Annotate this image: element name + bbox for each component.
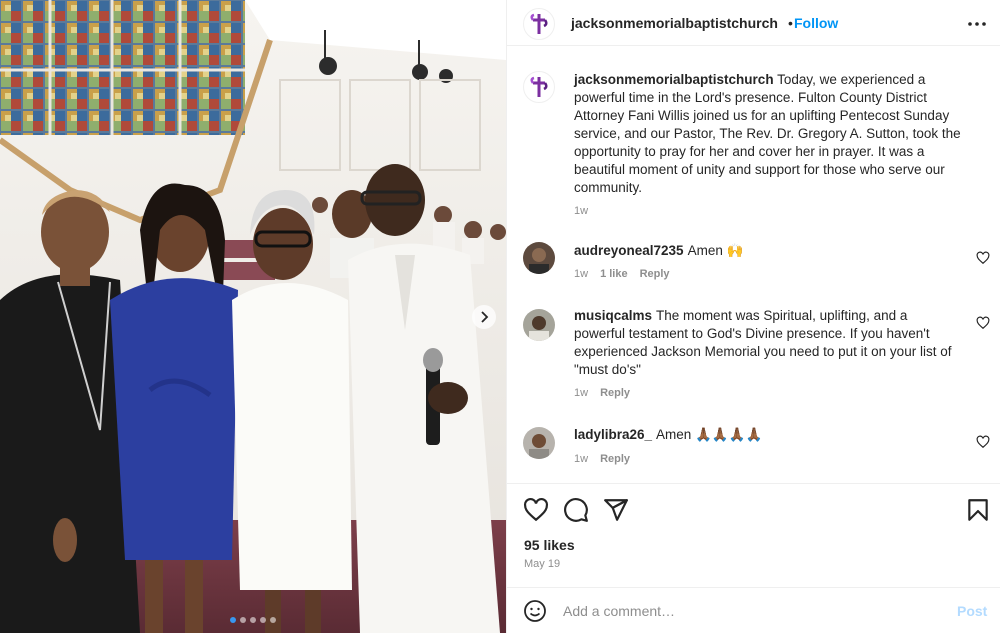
- comment-input[interactable]: [563, 598, 933, 624]
- likes-count[interactable]: 95 likes: [524, 537, 575, 553]
- heart-icon[interactable]: [976, 435, 990, 449]
- header-separator: •: [788, 15, 793, 31]
- post-comment-button[interactable]: Post: [957, 603, 987, 619]
- reply-button[interactable]: Reply: [600, 453, 630, 465]
- comment-text: musiqcalms The moment was Spiritual, upli…: [574, 307, 954, 379]
- comment-meta: 1w Reply: [574, 387, 630, 399]
- post-date: May 19: [524, 558, 561, 570]
- comment-username[interactable]: musiqcalms: [574, 308, 652, 323]
- comment-time: 1w: [574, 453, 589, 465]
- carousel-next-button[interactable]: [472, 305, 496, 329]
- avatar[interactable]: [523, 8, 555, 40]
- share-icon[interactable]: [603, 497, 629, 523]
- carousel-dot: [270, 617, 276, 623]
- carousel-indicator: [0, 617, 506, 623]
- comment-time: 1w: [574, 268, 589, 280]
- caption-text: jacksonmemorialbaptistchurch Today, we e…: [574, 71, 974, 197]
- caption-username[interactable]: jacksonmemorialbaptistchurch: [574, 72, 774, 87]
- avatar[interactable]: [523, 242, 555, 274]
- avatar[interactable]: [523, 427, 555, 459]
- comment-time: 1w: [574, 387, 589, 399]
- comment-composer: Post: [507, 587, 1000, 633]
- avatar-image: [523, 309, 555, 341]
- comment-likes[interactable]: 1 like: [600, 268, 628, 280]
- church-logo-icon: [530, 13, 548, 34]
- bookmark-icon[interactable]: [965, 497, 991, 523]
- avatar-image: [523, 242, 555, 274]
- heart-icon[interactable]: [976, 251, 990, 265]
- chevron-right-icon: [481, 311, 489, 323]
- comment-icon[interactable]: [563, 497, 589, 523]
- carousel-dot: [240, 617, 246, 623]
- reply-button[interactable]: Reply: [640, 268, 670, 280]
- post-photo[interactable]: [0, 0, 506, 633]
- comment-meta: 1w 1 like Reply: [574, 268, 670, 280]
- comment-text: ladylibra26_ Amen 🙏🏾🙏🏾🙏🏾🙏🏾: [574, 426, 954, 444]
- heart-icon[interactable]: [976, 316, 990, 330]
- comment-meta: 1w Reply: [574, 453, 630, 465]
- comment-body: Amen 🙌: [687, 243, 744, 258]
- post-header: jacksonmemorialbaptistchurch • Follow: [507, 0, 1000, 46]
- caption-timestamp: 1w: [574, 205, 589, 217]
- avatar[interactable]: [523, 71, 555, 103]
- post-side-panel: jacksonmemorialbaptistchurch • Follow ja…: [506, 0, 1000, 633]
- caption-body: Today, we experienced a powerful time in…: [574, 72, 961, 195]
- post-author-username[interactable]: jacksonmemorialbaptistchurch: [571, 15, 778, 31]
- carousel-dot: [230, 617, 236, 623]
- carousel-dot: [260, 617, 266, 623]
- like-heart-icon[interactable]: [523, 497, 549, 523]
- comment-username[interactable]: ladylibra26_: [574, 427, 652, 442]
- photo-illustration: [0, 0, 506, 633]
- emoji-icon[interactable]: [523, 599, 547, 623]
- carousel-dot: [250, 617, 256, 623]
- more-icon[interactable]: [965, 12, 989, 36]
- comment-body: Amen 🙏🏾🙏🏾🙏🏾🙏🏾: [656, 427, 763, 442]
- church-logo-icon: [530, 76, 548, 97]
- reply-button[interactable]: Reply: [600, 387, 630, 399]
- comment-text: audreyoneal7235 Amen 🙌: [574, 242, 954, 260]
- avatar[interactable]: [523, 309, 555, 341]
- avatar-image: [523, 427, 555, 459]
- follow-button[interactable]: Follow: [794, 15, 838, 31]
- comment-username[interactable]: audreyoneal7235: [574, 243, 684, 258]
